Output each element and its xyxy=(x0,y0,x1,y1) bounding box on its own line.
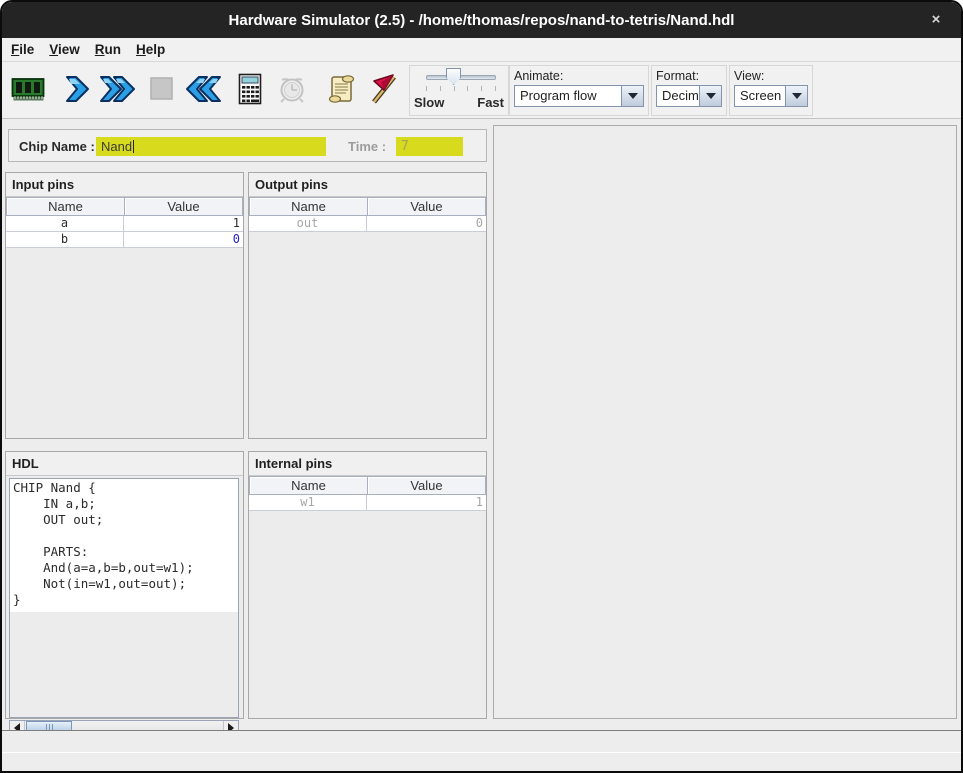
column-header-value[interactable]: Value xyxy=(367,197,486,216)
view-dropdown-button[interactable] xyxy=(785,86,807,106)
pin-value-cell: 0 xyxy=(367,216,486,231)
input-pins-title: Input pins xyxy=(6,173,243,197)
status-bar xyxy=(2,730,961,773)
single-step-button[interactable] xyxy=(55,67,97,113)
chevron-down-icon xyxy=(628,93,638,99)
window-title: Hardware Simulator (2.5) - /home/thomas/… xyxy=(229,12,735,29)
menu-run[interactable]: Run xyxy=(95,42,121,57)
internal-pins-title: Internal pins xyxy=(249,452,486,476)
stop-icon xyxy=(145,73,177,108)
column-header-name[interactable]: Name xyxy=(249,476,367,495)
rewind-icon xyxy=(183,73,223,108)
hdl-scrollpane: CHIP Nand { IN a,b; OUT out; PARTS: And(… xyxy=(9,478,239,718)
run-icon xyxy=(98,73,138,108)
app-window: Hardware Simulator (2.5) - /home/thomas/… xyxy=(0,0,963,773)
hdl-panel: HDL CHIP Nand { IN a,b; OUT out; PARTS: … xyxy=(5,451,244,719)
output-pins-panel: Output pins Name Value out 0 xyxy=(248,172,487,439)
animate-dropdown-button[interactable] xyxy=(621,86,643,106)
speed-slider-thumb[interactable] xyxy=(446,68,461,85)
status-bar-divider xyxy=(2,752,961,753)
pin-value-cell[interactable]: 0 xyxy=(124,232,243,247)
breakpoint-flag-icon xyxy=(366,72,400,109)
text-caret xyxy=(133,140,134,153)
slider-fast-label: Fast xyxy=(477,95,504,110)
column-header-value[interactable]: Value xyxy=(367,476,486,495)
format-select[interactable]: Decimal xyxy=(656,85,722,107)
load-chip-icon xyxy=(10,74,46,107)
clock-tick-icon xyxy=(275,72,309,109)
run-button[interactable] xyxy=(97,67,139,113)
table-row: w1 1 xyxy=(249,495,486,511)
chip-name-bar: Chip Name : Nand Time : 7 xyxy=(8,129,487,162)
menu-help[interactable]: Help xyxy=(136,42,165,57)
breakpoint-button[interactable] xyxy=(362,67,404,113)
evaluate-button[interactable] xyxy=(229,67,271,113)
title-bar: Hardware Simulator (2.5) - /home/thomas/… xyxy=(2,2,961,38)
toolbar: Slow Fast Animate: Program flow Format: … xyxy=(2,62,961,119)
hdl-code: CHIP Nand { IN a,b; OUT out; PARTS: And(… xyxy=(10,479,238,612)
input-pins-table: Name Value a 1 b 0 xyxy=(6,197,243,248)
table-row: out 0 xyxy=(249,216,486,232)
menu-file[interactable]: File xyxy=(11,42,34,57)
output-pins-title: Output pins xyxy=(249,173,486,197)
format-value: Decimal xyxy=(657,86,699,106)
view-select[interactable]: Screen xyxy=(734,85,808,107)
menu-bar: File View Run Help xyxy=(2,38,961,62)
speed-slider-ticks xyxy=(426,86,496,92)
chip-view-panel xyxy=(493,125,957,719)
speed-slider-group: Slow Fast xyxy=(409,65,509,116)
column-header-name[interactable]: Name xyxy=(6,197,124,216)
chip-name-label: Chip Name : xyxy=(19,139,95,154)
speed-slider-track[interactable] xyxy=(426,75,496,80)
table-row: b 0 xyxy=(6,232,243,248)
pin-name-cell: a xyxy=(6,216,124,231)
view-value: Screen xyxy=(735,86,785,106)
single-step-icon xyxy=(59,73,93,108)
pin-name-cell: b xyxy=(6,232,124,247)
animate-select[interactable]: Program flow xyxy=(514,85,644,107)
time-input[interactable]: 7 xyxy=(396,137,463,156)
hdl-title: HDL xyxy=(6,452,243,476)
load-chip-button[interactable] xyxy=(7,67,49,113)
view-label: View: xyxy=(734,69,808,83)
chevron-down-icon xyxy=(792,93,802,99)
slider-slow-label: Slow xyxy=(414,95,444,110)
pin-value-cell[interactable]: 1 xyxy=(124,216,243,231)
format-group: Format: Decimal xyxy=(651,65,727,116)
column-header-name[interactable]: Name xyxy=(249,197,367,216)
pin-name-cell: out xyxy=(249,216,367,231)
view-group: View: Screen xyxy=(729,65,813,116)
column-header-value[interactable]: Value xyxy=(124,197,243,216)
calculator-eval-icon xyxy=(235,72,265,109)
main-area: Chip Name : Nand Time : 7 Input pins Nam… xyxy=(2,119,961,730)
script-button[interactable] xyxy=(320,67,362,113)
output-pins-table: Name Value out 0 xyxy=(249,197,486,232)
pin-name-cell: w1 xyxy=(249,495,367,510)
clock-tick-button[interactable] xyxy=(271,67,313,113)
internal-pins-panel: Internal pins Name Value w1 1 xyxy=(248,451,487,719)
pin-value-cell: 1 xyxy=(367,495,486,510)
stop-button[interactable] xyxy=(140,67,182,113)
time-label: Time : xyxy=(348,139,386,154)
animate-value: Program flow xyxy=(515,86,621,106)
format-dropdown-button[interactable] xyxy=(699,86,721,106)
script-icon xyxy=(325,72,357,109)
internal-pins-table: Name Value w1 1 xyxy=(249,476,486,511)
animate-group: Animate: Program flow xyxy=(509,65,649,116)
input-pins-panel: Input pins Name Value a 1 b 0 xyxy=(5,172,244,439)
chevron-down-icon xyxy=(706,93,716,99)
close-icon[interactable]: × xyxy=(925,10,947,30)
menu-view[interactable]: View xyxy=(49,42,80,57)
animate-label: Animate: xyxy=(514,69,644,83)
chip-name-input[interactable]: Nand xyxy=(96,137,326,156)
table-row: a 1 xyxy=(6,216,243,232)
rewind-button[interactable] xyxy=(182,67,224,113)
format-label: Format: xyxy=(656,69,722,83)
